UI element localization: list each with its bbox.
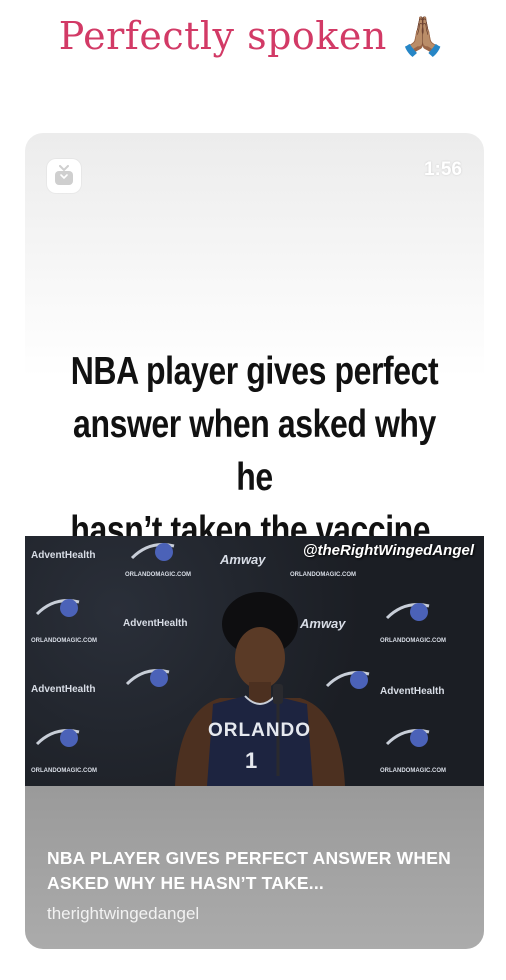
video-headline: NBA player gives perfect answer when ask… bbox=[66, 345, 442, 557]
caption-text: Perfectly spoken bbox=[58, 14, 387, 58]
magic-logo bbox=[35, 599, 80, 617]
igtv-icon bbox=[47, 159, 81, 193]
video-duration: 1:56 bbox=[423, 159, 462, 180]
jersey-number: 1 bbox=[245, 748, 258, 773]
sponsor-url: ORLANDOMAGIC.COM bbox=[380, 768, 446, 774]
sponsor-logo: AdventHealth bbox=[31, 550, 96, 561]
player-figure bbox=[175, 592, 345, 786]
sponsor-url: ORLANDOMAGIC.COM bbox=[31, 768, 97, 774]
magic-logo bbox=[130, 543, 175, 561]
link-title: NBA PLAYER GIVES PERFECT ANSWER WHEN ASK… bbox=[47, 848, 451, 893]
headline-line: NBA player gives perfect bbox=[70, 350, 439, 393]
shared-video-card[interactable]: 1:56 NBA player gives perfect answer whe… bbox=[25, 133, 484, 949]
sponsor-url: ORLANDOMAGIC.COM bbox=[380, 638, 446, 644]
amway-logo: Amway bbox=[220, 552, 266, 567]
magic-logo bbox=[35, 729, 80, 747]
jersey-text: ORLANDO bbox=[208, 720, 312, 741]
post-caption: Perfectly spoken 🙏🏽 bbox=[0, 14, 506, 59]
magic-logo bbox=[385, 729, 430, 747]
sponsor-url: ORLANDOMAGIC.COM bbox=[31, 638, 97, 644]
sponsor-logo: AdventHealth bbox=[31, 684, 96, 695]
sponsor-url: ORLANDOMAGIC.COM bbox=[290, 572, 356, 578]
video-watermark: @theRightWingedAngel bbox=[302, 542, 474, 559]
sponsor-logo: AdventHealth bbox=[380, 686, 445, 697]
video-thumbnail[interactable]: AdventHealth ORLANDOMAGIC.COM AdventHeal… bbox=[25, 536, 484, 786]
link-source: therightwingedangel bbox=[47, 904, 200, 923]
sponsor-url: ORLANDOMAGIC.COM bbox=[125, 572, 191, 578]
folded-hands-icon: 🙏🏽 bbox=[399, 14, 448, 58]
magic-logo bbox=[385, 603, 430, 621]
headline-line: answer when asked why he bbox=[73, 403, 436, 499]
link-preview-footer[interactable]: NBA PLAYER GIVES PERFECT ANSWER WHEN ASK… bbox=[25, 786, 484, 949]
